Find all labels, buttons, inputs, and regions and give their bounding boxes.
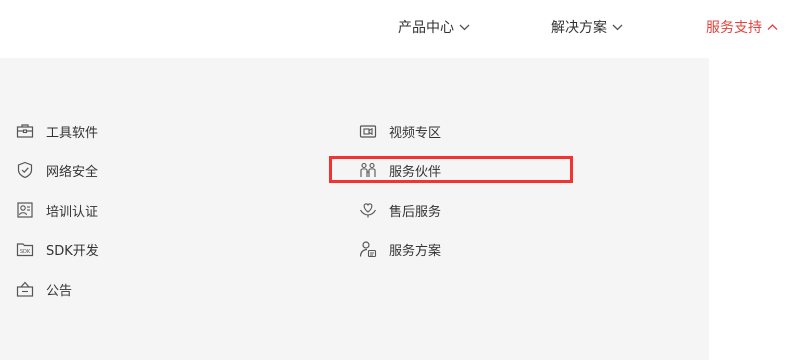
menu-item-tool-software[interactable]: 工具软件 [16,119,98,143]
menu-item-label: 视频专区 [389,125,442,141]
certificate-icon [17,202,33,218]
heart-hands-icon [360,203,376,218]
chevron-up-icon [767,24,778,30]
toolbox-icon [16,124,34,138]
chevron-down-icon [459,24,470,31]
menu-item-label: 售后服务 [389,204,442,220]
nav-support-label: 服务支持 [706,20,762,36]
menu-item-label: 服务伙伴 [389,164,442,180]
menu-item-announcement[interactable]: 公告 [16,277,72,301]
menu-item-label: 公告 [46,283,73,299]
menu-item-service-plan[interactable]: 服务方案 [359,237,441,261]
video-camera-icon [359,125,377,138]
nav-products[interactable]: 产品中心 [398,16,470,38]
menu-item-label: 网络安全 [46,164,99,180]
menu-item-label: SDK开发 [46,243,99,259]
shield-icon [17,161,33,179]
chevron-down-icon [612,24,623,31]
announcement-icon [16,281,34,297]
menu-item-label: 工具软件 [46,125,99,141]
user-plan-icon [359,241,377,258]
menu-item-label: 服务方案 [389,243,442,259]
support-dropdown-panel [0,58,709,360]
sdk-icon: SDK [16,243,34,257]
menu-item-after-sales[interactable]: 售后服务 [359,198,441,222]
menu-item-label: 培训认证 [46,204,99,220]
nav-solutions[interactable]: 解决方案 [551,16,623,38]
svg-text:SDK: SDK [20,249,31,255]
top-nav-bar: 产品中心 解决方案 服务支持 [0,0,800,58]
menu-item-sdk-development[interactable]: SDK SDK开发 [16,237,99,261]
menu-item-service-partners[interactable]: 服务伙伴 [359,158,441,182]
partners-icon [360,162,376,177]
menu-item-video-zone[interactable]: 视频专区 [359,119,441,143]
menu-item-network-security[interactable]: 网络安全 [16,158,98,182]
nav-products-label: 产品中心 [398,20,454,36]
menu-item-training-certification[interactable]: 培训认证 [16,198,98,222]
nav-support[interactable]: 服务支持 [706,16,778,38]
nav-solutions-label: 解决方案 [551,20,607,36]
